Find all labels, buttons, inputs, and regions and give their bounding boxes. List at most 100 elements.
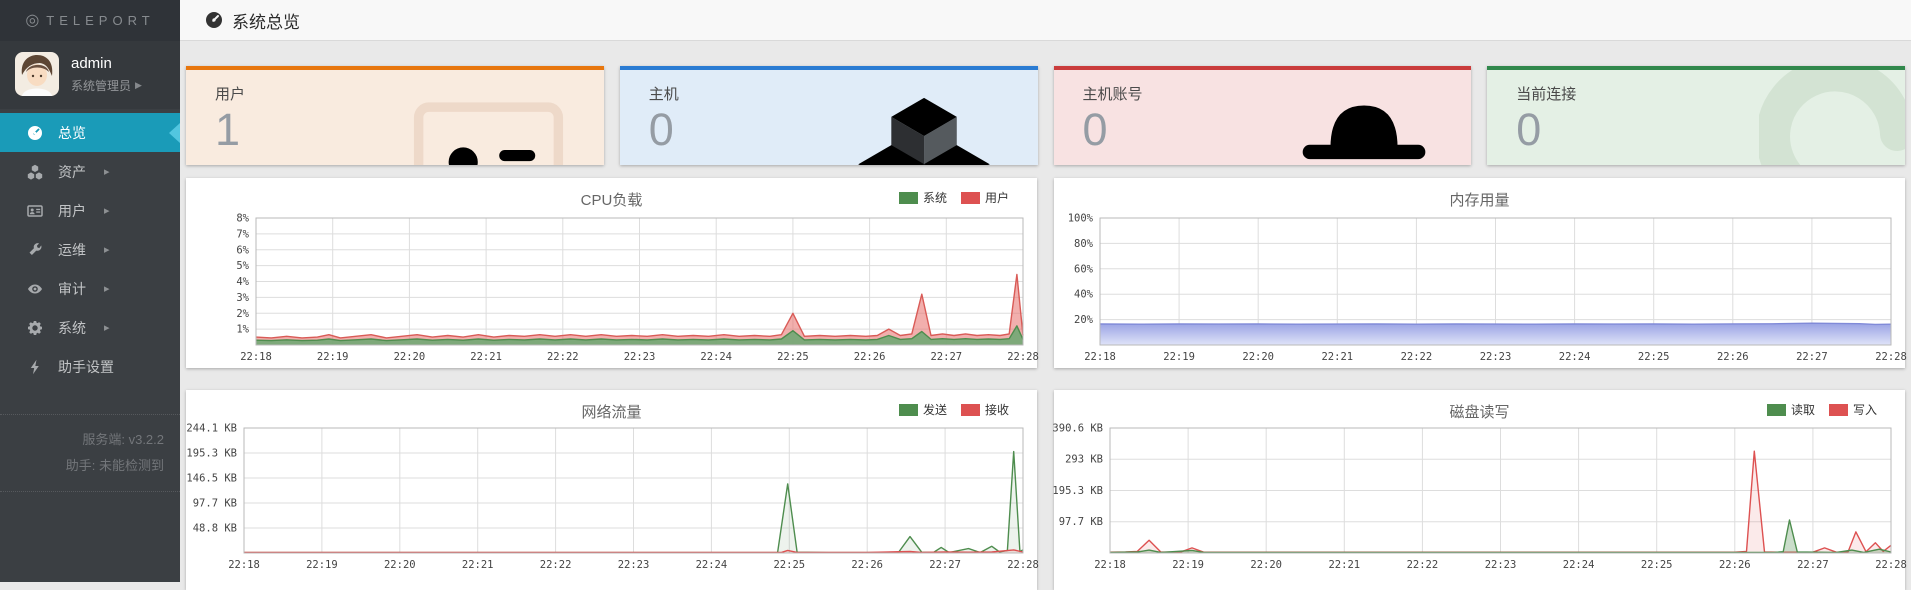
svg-text:22:22: 22:22 <box>540 559 572 571</box>
sidebar-item-label: 资产 <box>58 163 86 180</box>
svg-text:22:19: 22:19 <box>306 559 338 571</box>
sidebar-item-label: 系统 <box>58 319 86 336</box>
svg-text:22:24: 22:24 <box>696 559 728 571</box>
legend-item-读取[interactable]: 读取 <box>1766 401 1815 418</box>
svg-text:40%: 40% <box>1074 289 1094 301</box>
legend-swatch <box>1766 403 1786 416</box>
chart-panel-memory: 22:18 22:19 22:20 22:21 22:22 22:23 22:24 22:25… <box>1054 178 1907 368</box>
svg-text:22:21: 22:21 <box>1328 559 1360 571</box>
legend-label: 接收 <box>984 403 1009 417</box>
legend-label: 写入 <box>1852 403 1877 417</box>
gauge-icon <box>27 125 43 141</box>
avatar <box>15 52 59 96</box>
sidebar-item-system[interactable]: 系统 ▸ <box>0 308 180 347</box>
svg-text:22:22: 22:22 <box>1407 559 1439 571</box>
legend-label: 读取 <box>1790 403 1815 417</box>
svg-text:80%: 80% <box>1074 238 1094 250</box>
gear-icon <box>27 320 43 336</box>
dashboard-icon <box>205 11 223 29</box>
svg-text:5%: 5% <box>236 260 249 272</box>
sidebar-item-assets[interactable]: 资产 ▸ <box>0 152 180 191</box>
id-card-icon <box>27 203 43 219</box>
svg-text:22:24: 22:24 <box>700 351 732 363</box>
chevron-right-icon: ▸ <box>104 205 110 217</box>
svg-text:97.7 KB: 97.7 KB <box>1059 516 1103 528</box>
legend-swatch <box>960 403 980 416</box>
app-logo-text: TELEPORT <box>46 13 155 28</box>
chevron-right-icon: ▸ <box>104 322 110 334</box>
sidebar-item-users[interactable]: 用户 ▸ <box>0 191 180 230</box>
chart-panel-cpu: 22:18 22:19 22:20 22:21 22:22 22:23 22:24 22:25… <box>186 178 1039 368</box>
sidebar-item-label: 用户 <box>58 202 86 219</box>
sidebar-item-assistant[interactable]: 助手设置 <box>0 347 180 386</box>
svg-text:22:19: 22:19 <box>317 351 349 363</box>
user-role: 系统管理员 <box>71 78 132 93</box>
legend-item-写入[interactable]: 写入 <box>1828 401 1877 418</box>
svg-text:22:19: 22:19 <box>1172 559 1204 571</box>
stat-card-value: 0 <box>1082 104 1108 155</box>
svg-text:22:27: 22:27 <box>1797 559 1829 571</box>
svg-text:22:25: 22:25 <box>1638 351 1670 363</box>
sidebar-footer: 服务端: v3.2.2 助手: 未能检测到 <box>0 414 180 492</box>
server-version-text: 服务端: v3.2.2 <box>82 432 164 447</box>
svg-text:22:18: 22:18 <box>1094 559 1126 571</box>
svg-text:22:26: 22:26 <box>1719 559 1751 571</box>
svg-text:390.6 KB: 390.6 KB <box>1052 423 1103 435</box>
svg-text:22:25: 22:25 <box>773 559 805 571</box>
stat-card-2: 主机账号 0 <box>1053 66 1472 165</box>
sidebar-item-overview[interactable]: 总览 <box>0 113 180 152</box>
svg-text:22:23: 22:23 <box>618 559 650 571</box>
legend-swatch <box>898 403 918 416</box>
sidebar-item-label: 运维 <box>58 241 86 258</box>
cubes-icon <box>27 164 43 180</box>
legend-item-系统[interactable]: 系统 <box>898 189 947 206</box>
svg-text:3%: 3% <box>236 292 249 304</box>
legend-item-发送[interactable]: 发送 <box>898 401 947 418</box>
svg-text:22:25: 22:25 <box>1641 559 1673 571</box>
svg-text:2%: 2% <box>236 308 249 320</box>
sidebar-item-audit[interactable]: 审计 ▸ <box>0 269 180 308</box>
svg-text:22:21: 22:21 <box>470 351 502 363</box>
sidebar-item-ops[interactable]: 运维 ▸ <box>0 230 180 269</box>
svg-text:22:18: 22:18 <box>228 559 260 571</box>
sidebar-item-label: 审计 <box>58 280 86 297</box>
svg-text:22:21: 22:21 <box>1321 351 1353 363</box>
eye-icon <box>27 281 43 297</box>
svg-text:22:18: 22:18 <box>240 351 272 363</box>
svg-text:244.1 KB: 244.1 KB <box>186 423 237 435</box>
legend-item-用户[interactable]: 用户 <box>960 189 1009 206</box>
svg-text:100%: 100% <box>1068 213 1094 225</box>
svg-text:6%: 6% <box>236 244 249 256</box>
chevron-right-icon: ▸ <box>104 244 110 256</box>
sidebar-item-label: 助手设置 <box>58 358 114 375</box>
svg-text:48.8 KB: 48.8 KB <box>193 523 237 535</box>
svg-text:7%: 7% <box>236 228 249 240</box>
chevron-right-icon: ▸ <box>104 283 110 295</box>
svg-text:22:19: 22:19 <box>1163 351 1195 363</box>
chevron-right-icon: ▸ <box>104 166 110 178</box>
svg-text:22:22: 22:22 <box>547 351 579 363</box>
charts-row-1: 22:18 22:19 22:20 22:21 22:22 22:23 22:24 22:25… <box>186 178 1907 368</box>
svg-text:293 KB: 293 KB <box>1065 454 1103 466</box>
stat-card-label: 用户 <box>215 86 246 103</box>
main-area: 系统总览 用户 1 主机 0 主机账号 0 当前连接 0 22:18 22:19 22:20 22:… <box>180 0 1911 590</box>
svg-text:20%: 20% <box>1074 314 1094 326</box>
user-profile[interactable]: admin 系统管理员 ▶ <box>0 41 180 109</box>
svg-text:22:23: 22:23 <box>1485 559 1517 571</box>
svg-text:22:28: 22:28 <box>1875 559 1907 571</box>
legend-swatch <box>960 191 980 204</box>
stat-card-0: 用户 1 <box>186 66 604 165</box>
app-logo[interactable]: ◎ TELEPORT <box>0 0 180 41</box>
svg-text:4%: 4% <box>236 276 249 288</box>
sidebar: ◎ TELEPORT admin 系统管理员 ▶ 总览 资产 ▸ 用户 ▸ 运维 ▸ 审计 ▸ 系… <box>0 0 180 582</box>
stat-card-label: 当前连接 <box>1516 86 1577 103</box>
stat-card-label: 主机账号 <box>1082 86 1143 103</box>
role-expand-icon: ▶ <box>135 79 142 90</box>
legend-item-接收[interactable]: 接收 <box>960 401 1009 418</box>
svg-text:8%: 8% <box>236 213 249 225</box>
svg-text:22:27: 22:27 <box>929 559 961 571</box>
svg-text:22:27: 22:27 <box>930 351 962 363</box>
legend-label: 用户 <box>984 191 1009 205</box>
svg-text:22:28: 22:28 <box>1007 351 1039 363</box>
svg-text:22:20: 22:20 <box>384 559 416 571</box>
